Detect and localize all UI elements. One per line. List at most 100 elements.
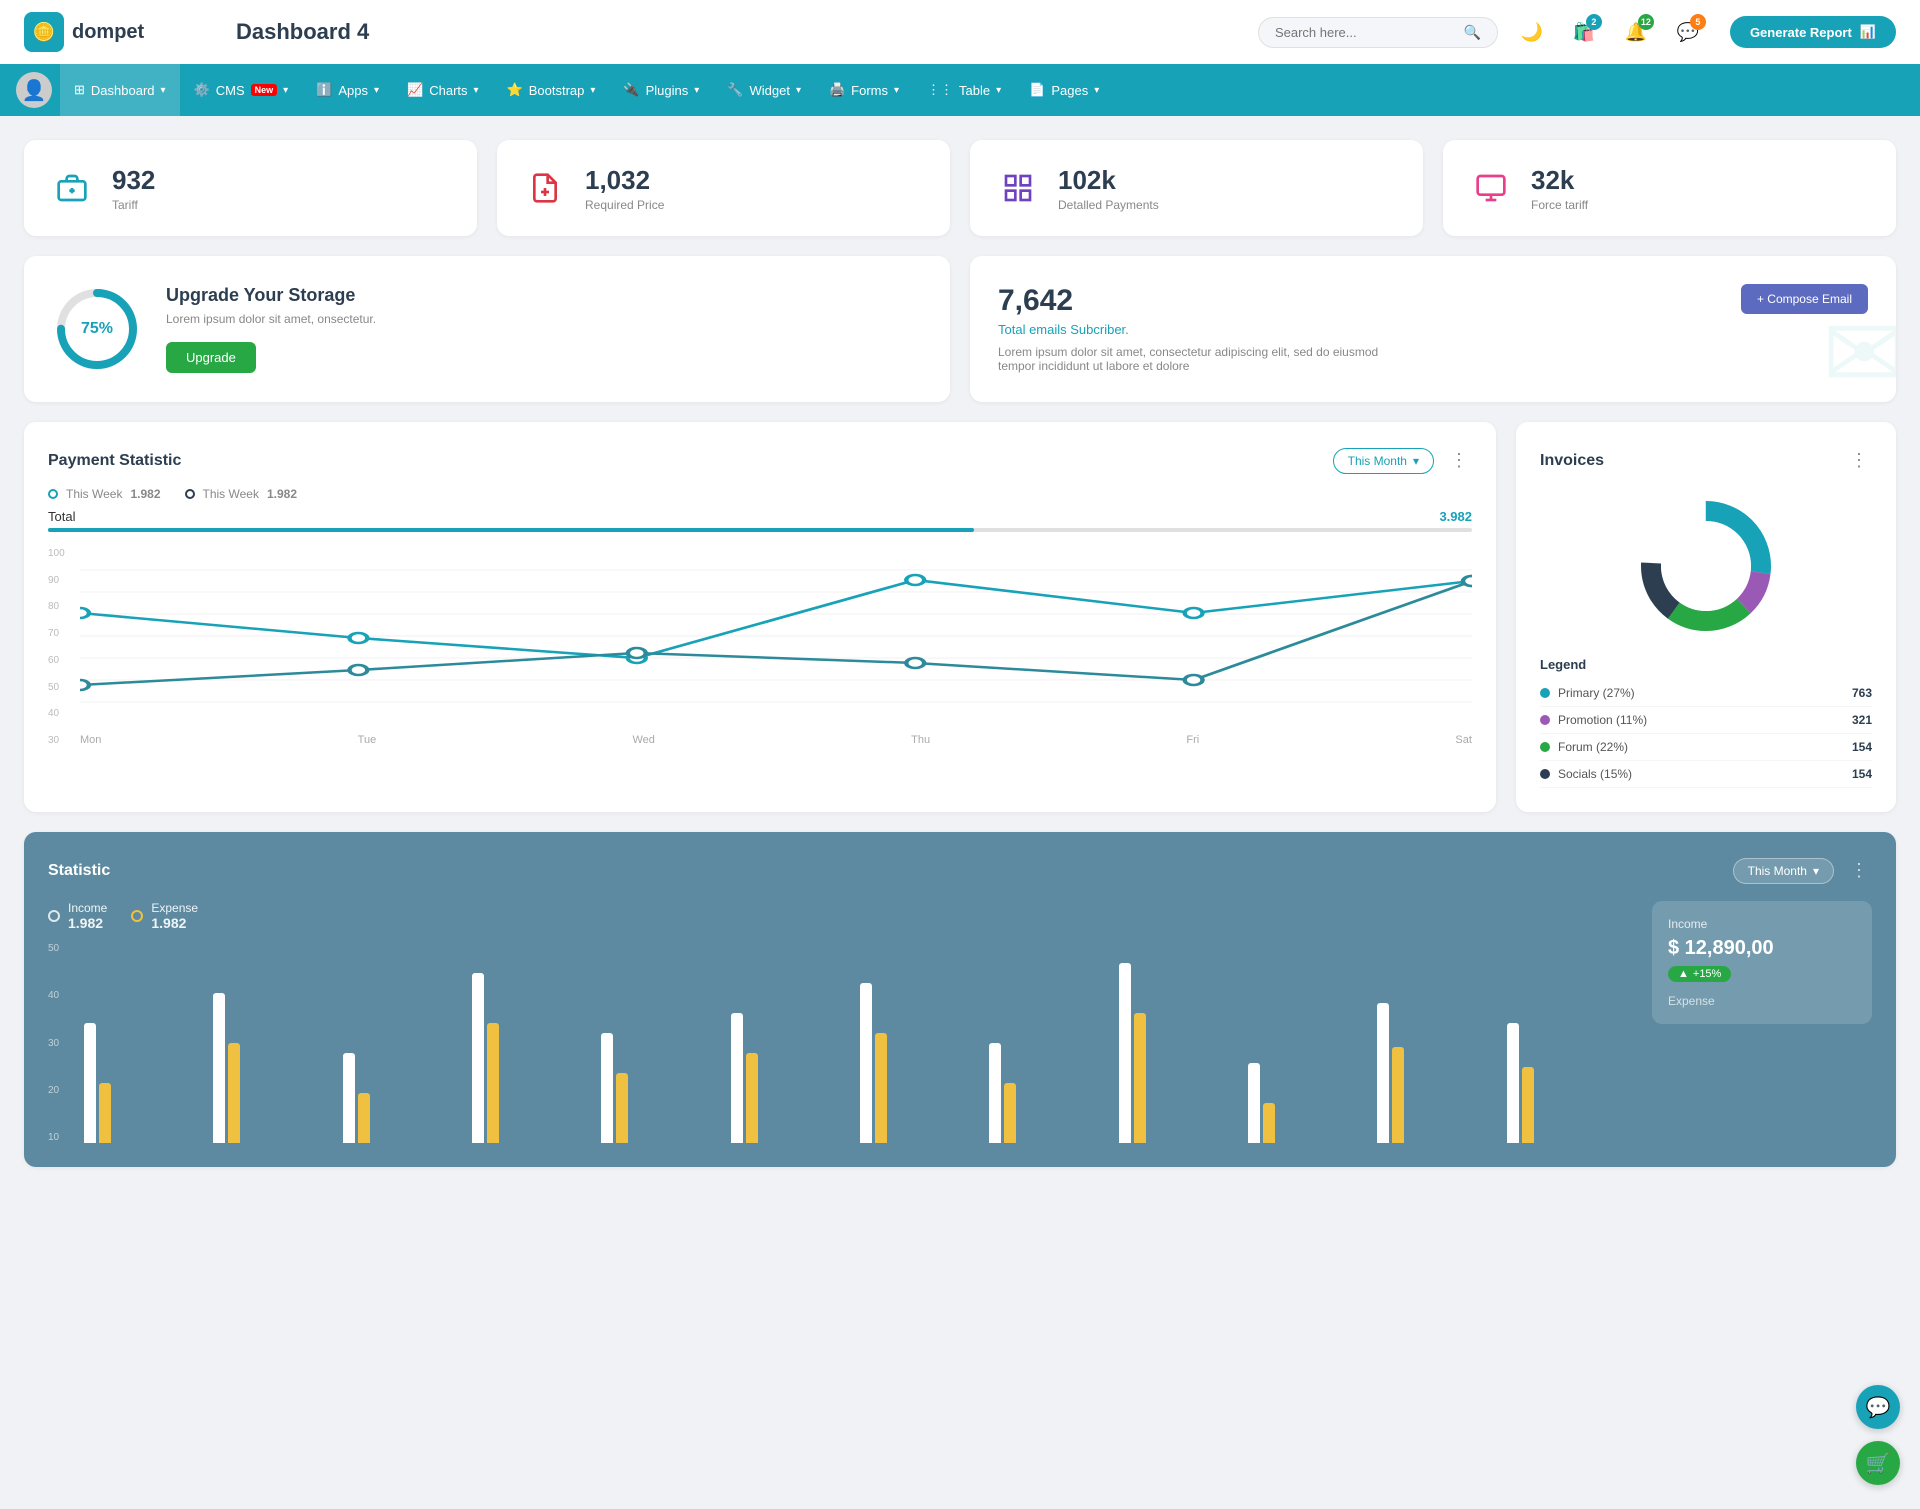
nav-dashboard-label: Dashboard [91,83,155,98]
nav-item-pages[interactable]: 📄 Pages ▾ [1015,64,1113,116]
nav-item-table[interactable]: ⋮⋮ Table ▾ [913,64,1015,116]
nav-apps-label: Apps [338,83,368,98]
bar-group-6 [860,943,981,1143]
force-label: Force tariff [1531,198,1588,212]
bell-button[interactable]: 🔔 12 [1618,14,1654,50]
expense-legend-item: Expense 1.982 [131,901,198,931]
primary-color-dot [1540,688,1550,698]
total-bar-fill [48,528,974,532]
bar-yellow-5 [746,1053,758,1143]
payment-options-button[interactable]: ⋮ [1446,446,1472,475]
search-input[interactable] [1275,25,1456,40]
tariff-label: Tariff [112,198,155,212]
nav-plugins-label: Plugins [646,83,689,98]
email-subtitle: Total emails Subcriber. [998,322,1129,337]
storage-description: Lorem ipsum dolor sit amet, onsectetur. [166,312,376,326]
this-month-button[interactable]: This Month ▾ [1333,448,1434,474]
nav-item-forms[interactable]: 🖨️ Forms ▾ [815,64,913,116]
chat-button[interactable]: 💬 5 [1670,14,1706,50]
legend-socials: Socials (15%) 154 [1540,761,1872,788]
table-chevron: ▾ [996,85,1001,96]
bar-white-10 [1377,1003,1389,1143]
bootstrap-icon: ⭐ [507,82,523,98]
legend-label-2: This Week [203,487,259,501]
nav-bootstrap-label: Bootstrap [529,83,585,98]
page-title: Dashboard 4 [236,19,1258,45]
legend-label-1: This Week [66,487,122,501]
widget-icon: 🔧 [727,82,743,98]
bar-yellow-2 [358,1093,370,1143]
legend-item-1: This Week 1.982 [48,487,161,501]
this-month-label: This Month [1348,454,1407,468]
fab-cart-button[interactable]: 🛒 [1856,1441,1900,1485]
generate-report-button[interactable]: Generate Report 📊 [1730,16,1896,48]
price-label: Required Price [585,198,664,212]
logo-area: 🪙 dompet [24,12,204,52]
nav-item-bootstrap[interactable]: ⭐ Bootstrap ▾ [493,64,610,116]
table-icon: ⋮⋮ [927,82,953,98]
primary-label: Primary (27%) [1558,686,1635,700]
nav-item-apps[interactable]: ℹ️ Apps ▾ [302,64,393,116]
nav-items: ⊞ Dashboard ▾ ⚙️ CMS New ▾ ℹ️ Apps ▾ 📈 C… [60,64,1113,116]
search-icon: 🔍 [1464,24,1481,41]
statistic-y-labels: 50 40 30 20 10 [48,943,59,1143]
storage-percent: 75% [81,320,113,338]
bar-chart-container: Income 1.982 Expense 1.982 50 [48,901,1628,1143]
cms-new-badge: New [251,84,278,96]
moon-button[interactable]: 🌙 [1514,14,1550,50]
generate-report-label: Generate Report [1750,25,1852,40]
tariff-value: 932 [112,165,155,196]
statistic-this-month-button[interactable]: This Month ▾ [1733,858,1834,884]
income-change-badge: ▲ +15% [1668,966,1731,982]
payment-title: Payment Statistic [48,452,181,470]
nav-item-dashboard[interactable]: ⊞ Dashboard ▾ [60,64,180,116]
payment-header-right: This Month ▾ ⋮ [1333,446,1472,475]
bar-yellow-8 [1134,1013,1146,1143]
forum-color-dot [1540,742,1550,752]
promotion-value: 321 [1852,713,1872,727]
shop-button[interactable]: 🛍️ 2 [1566,14,1602,50]
upgrade-button[interactable]: Upgrade [166,342,256,373]
nav-item-plugins[interactable]: 🔌 Plugins ▾ [609,64,713,116]
nav-cms-label: CMS [216,83,245,98]
legend-primary: Primary (27%) 763 [1540,680,1872,707]
total-label: Total [48,509,75,524]
nav-item-cms[interactable]: ⚙️ CMS New ▾ [180,64,303,116]
income-legend-label: Income [68,901,107,915]
legend-item-2: This Week 1.982 [185,487,298,501]
bar-white-4 [601,1033,613,1143]
dropdown-chevron-icon: ▾ [1413,454,1419,468]
nav-item-widget[interactable]: 🔧 Widget ▾ [713,64,815,116]
bootstrap-chevron: ▾ [590,85,595,96]
email-description: Lorem ipsum dolor sit amet, consectetur … [998,345,1398,373]
invoices-options-button[interactable]: ⋮ [1846,446,1872,475]
price-value: 1,032 [585,165,664,196]
bar-yellow-1 [228,1043,240,1143]
forms-icon: 🖨️ [829,82,845,98]
bar-group-1 [213,943,334,1143]
payment-legend: This Week 1.982 This Week 1.982 [48,487,1472,501]
y-axis-labels: 100 90 80 70 60 50 40 30 [48,548,65,746]
nav-pages-label: Pages [1051,83,1088,98]
fab-chat-button[interactable]: 💬 [1856,1385,1900,1429]
promotion-color-dot [1540,715,1550,725]
stat-card-force: 32k Force tariff [1443,140,1896,236]
income-legend-value: 1.982 [68,915,107,931]
search-bar[interactable]: 🔍 [1258,17,1498,48]
socials-color-dot [1540,769,1550,779]
total-bar [48,528,1472,532]
dashboard-chevron: ▾ [161,85,166,96]
bar-white-6 [860,983,872,1143]
bell-badge: 12 [1638,14,1654,30]
forum-value: 154 [1852,740,1872,754]
widget-chevron: ▾ [796,85,801,96]
legend-dot-dark [185,489,195,499]
income-legend-item: Income 1.982 [48,901,107,931]
statistic-options-button[interactable]: ⋮ [1846,856,1872,885]
stat-card-price: 1,032 Required Price [497,140,950,236]
socials-label: Socials (15%) [1558,767,1632,781]
bar-group-5 [731,943,852,1143]
payment-header: Payment Statistic This Month ▾ ⋮ [48,446,1472,475]
payments-info: 102k Detalled Payments [1058,165,1159,212]
nav-item-charts[interactable]: 📈 Charts ▾ [393,64,493,116]
